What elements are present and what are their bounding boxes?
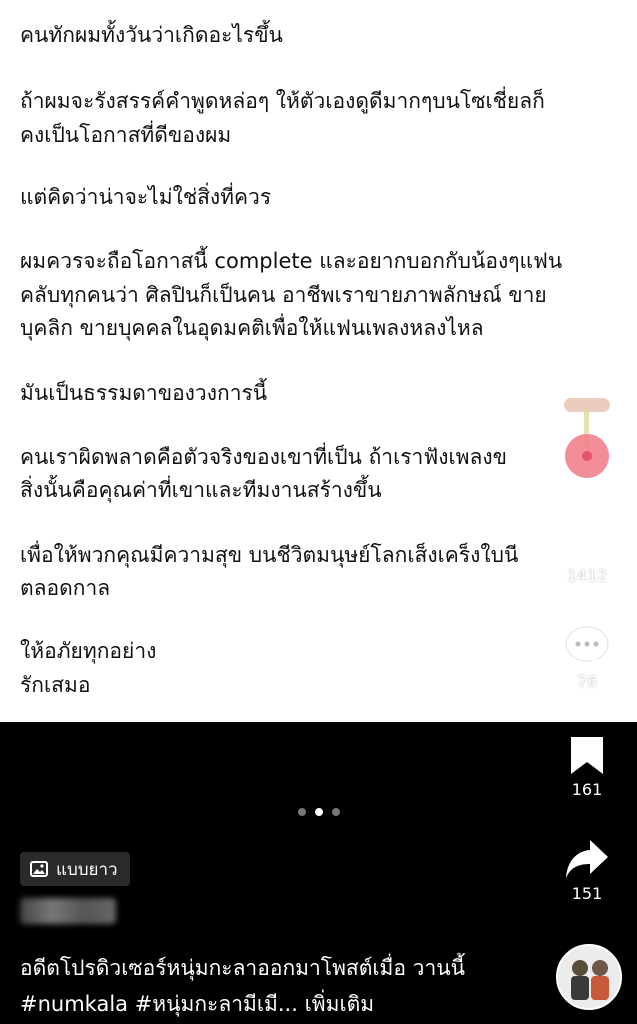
- carousel-indicator: [0, 808, 637, 816]
- see-more-link[interactable]: เพิ่มเติม: [305, 992, 375, 1016]
- image-icon: [30, 861, 48, 877]
- avatar[interactable]: [556, 944, 622, 1010]
- bookmark-icon: [571, 737, 603, 774]
- comment-count: 76: [576, 672, 598, 691]
- post-line: สิ่งนั้นคือคุณค่าที่เขาและทีมงานสร้างขึ้…: [20, 478, 382, 502]
- carousel-dot: [331, 808, 340, 816]
- save-button[interactable]: 161: [556, 734, 618, 799]
- format-badge[interactable]: แบบยาว: [20, 852, 130, 886]
- avatar-image: [558, 946, 620, 1008]
- carousel-dot-active: [314, 808, 323, 816]
- comment-button[interactable]: 76: [556, 624, 618, 691]
- like-count: 1412: [566, 566, 608, 585]
- share-icon: [566, 840, 608, 878]
- caption-text: อดีตโปรดิวเซอร์หนุ่มกะลาออกมาโพสต์เมื่อ …: [20, 956, 465, 1016]
- post-line: ถ้าผมจะรังสรรค์คำพูดหล่อๆ ให้ตัวเองดูดีม…: [20, 89, 545, 113]
- format-badge-label: แบบยาว: [56, 859, 118, 880]
- post-line: คงเป็นโอกาสที่ดีของผม: [20, 123, 232, 147]
- share-button[interactable]: 151: [556, 838, 618, 903]
- comment-icon: [565, 626, 609, 667]
- sound-disc-icon: [564, 398, 610, 478]
- post-line: เพื่อให้พวกคุณมีความสุข บนชีวิตมนุษย์โลก…: [20, 543, 519, 567]
- post-line: คลับทุกคนว่า ศิลปินก็เป็นคน อาชีพเราขายภ…: [20, 283, 547, 307]
- post-line: ตลอดกาล: [20, 576, 111, 600]
- share-count: 151: [571, 884, 603, 903]
- post-line: คนเราผิดพลาดคือตัวจริงของเขาที่เป็น ถ้าเ…: [20, 445, 507, 469]
- post-line: ให้อภัยทุกอย่าง: [20, 639, 157, 663]
- post-line: มันเป็นธรรมดาของวงการนี้: [20, 381, 268, 405]
- post-caption[interactable]: อดีตโปรดิวเซอร์หนุ่มกะลาออกมาโพสต์เมื่อ …: [20, 950, 540, 1022]
- post-line: รักเสมอ: [20, 673, 91, 697]
- post-line: บุคลิก ขายบุคคลในอุดมคติเพื่อให้แฟนเพลงห…: [20, 316, 484, 340]
- post-line: คนทักผมทั้งวันว่าเกิดอะไรขึ้น: [20, 23, 283, 47]
- author-name-blurred[interactable]: [20, 898, 116, 924]
- heart-icon: [565, 521, 609, 560]
- carousel-dot: [297, 808, 306, 816]
- save-count: 161: [571, 780, 603, 799]
- like-button[interactable]: 1412: [556, 518, 618, 585]
- post-line: แต่คิดว่าน่าจะไม่ใช่สิ่งที่ควร: [20, 185, 272, 209]
- post-image[interactable]: คนทักผมทั้งวันว่าเกิดอะไรขึ้น ถ้าผมจะรัง…: [0, 0, 637, 722]
- sound-disc-button[interactable]: [556, 392, 618, 492]
- post-line: ผมควรจะถือโอกาสนี้ complete และอยากบอกกั…: [20, 249, 563, 273]
